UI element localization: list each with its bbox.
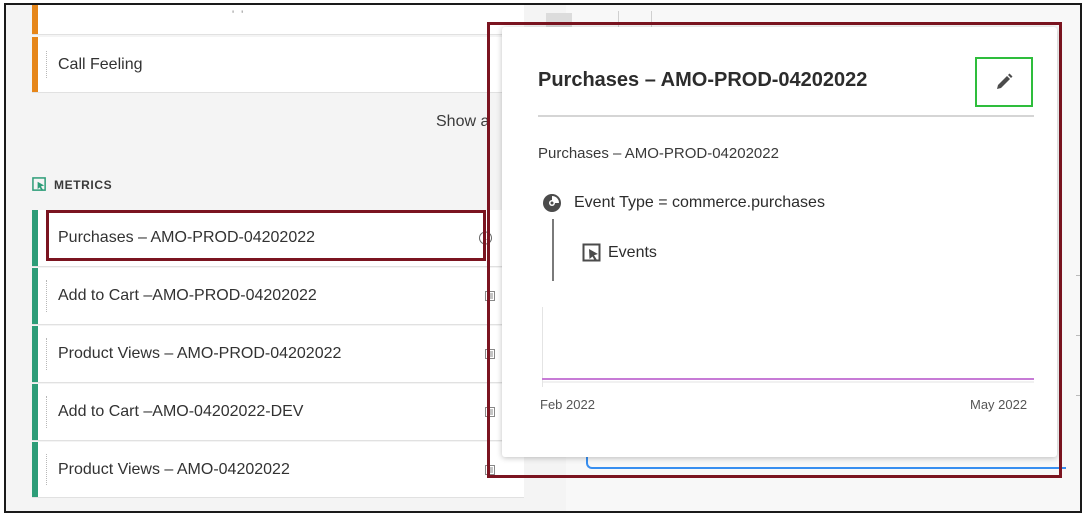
screenshot-frame: ' ' Call Feeling × Show a METRICS Purcha… xyxy=(4,3,1082,513)
tree-connector xyxy=(552,219,554,281)
metric-icon xyxy=(32,177,46,191)
selected-metric-highlight xyxy=(46,210,486,261)
drag-handle[interactable] xyxy=(46,51,47,78)
metrics-section-heading: METRICS xyxy=(32,177,112,192)
metric-item-product-views[interactable]: Product Views – AMO-04202022 xyxy=(32,442,524,498)
popover-title: Purchases – AMO-PROD-04202022 xyxy=(538,69,868,91)
metric-icon xyxy=(582,243,601,262)
dimension-card-partial[interactable]: ' ' xyxy=(32,5,524,35)
metric-color-bar xyxy=(32,384,38,440)
metric-color-bar xyxy=(32,210,38,266)
events-row: Events xyxy=(582,243,657,263)
metric-label: Product Views – AMO-04202022 xyxy=(58,460,290,478)
metric-color-bar xyxy=(32,442,38,497)
metric-item-add-to-cart-dev[interactable]: Add to Cart –AMO-04202022-DEV xyxy=(32,384,524,441)
popover-divider xyxy=(538,115,1034,117)
dimension-color-bar xyxy=(32,5,38,34)
sparkline-start-label: Feb 2022 xyxy=(540,397,595,412)
dimension-color-bar xyxy=(32,37,38,92)
metric-color-bar xyxy=(32,326,38,382)
popover-description: Purchases – AMO-PROD-04202022 xyxy=(538,145,779,162)
metric-item-product-views-prod[interactable]: Product Views – AMO-PROD-04202022 xyxy=(32,326,524,383)
drag-handle[interactable] xyxy=(46,280,47,312)
events-label: Events xyxy=(608,244,657,261)
drag-handle[interactable] xyxy=(46,454,47,485)
pencil-icon xyxy=(997,73,1013,89)
event-type-icon xyxy=(543,194,561,212)
metric-label: Add to Cart –AMO-04202022-DEV xyxy=(58,403,304,420)
metrics-heading-label: METRICS xyxy=(54,177,113,192)
metric-info-popover: Purchases – AMO-PROD-04202022 Purchases … xyxy=(502,27,1057,457)
metric-item-add-to-cart-prod[interactable]: Add to Cart –AMO-PROD-04202022 xyxy=(32,268,524,325)
edit-button[interactable] xyxy=(975,57,1033,107)
show-all-link[interactable]: Show a xyxy=(436,113,489,131)
edge-tick xyxy=(1076,275,1080,276)
event-filter-text: Event Type = commerce.purchases xyxy=(574,194,825,211)
metric-label: Product Views – AMO-PROD-04202022 xyxy=(58,345,342,362)
drag-handle[interactable] xyxy=(46,396,47,428)
event-filter-row: Event Type = commerce.purchases xyxy=(542,193,825,213)
metric-color-bar xyxy=(32,268,38,324)
edge-tick xyxy=(1076,335,1080,336)
drag-handle[interactable] xyxy=(46,338,47,370)
metric-label: Add to Cart –AMO-PROD-04202022 xyxy=(58,287,317,304)
dimension-card-call-feeling[interactable]: Call Feeling × xyxy=(32,37,524,93)
dimension-label: Call Feeling xyxy=(58,55,143,73)
edge-tick xyxy=(1076,395,1080,396)
trend-sparkline xyxy=(542,378,1034,383)
sparkline-end-label: May 2022 xyxy=(970,397,1028,412)
partial-label: ' ' xyxy=(232,9,246,21)
